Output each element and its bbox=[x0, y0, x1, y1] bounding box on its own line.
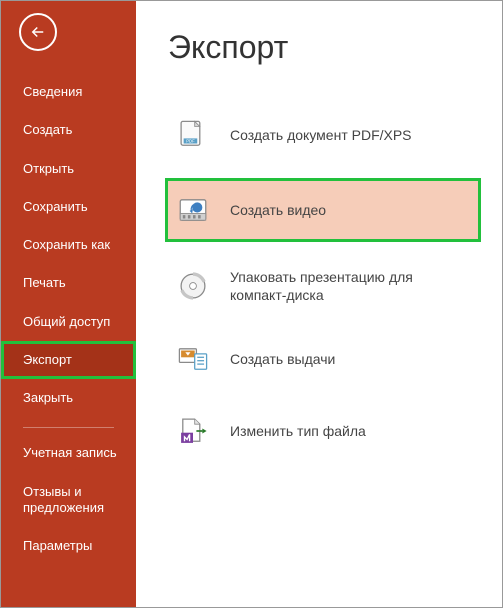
sidebar-item-export[interactable]: Экспорт bbox=[1, 341, 136, 379]
sidebar-item-label: Сведения bbox=[23, 84, 82, 99]
export-option-create-handouts[interactable]: Создать выдачи bbox=[168, 330, 478, 388]
sidebar-item-print[interactable]: Печать bbox=[1, 264, 136, 302]
back-button[interactable] bbox=[19, 13, 57, 51]
sidebar-item-label: Печать bbox=[23, 275, 66, 290]
sidebar-item-label: Сохранить как bbox=[23, 237, 110, 252]
sidebar-item-label: Сохранить bbox=[23, 199, 88, 214]
handouts-icon bbox=[176, 342, 210, 376]
export-option-label: Упаковать презентацию для компакт-диска bbox=[230, 268, 468, 304]
separator bbox=[23, 427, 114, 428]
sidebar-item-save[interactable]: Сохранить bbox=[1, 188, 136, 226]
sidebar-item-share[interactable]: Общий доступ bbox=[1, 303, 136, 341]
sidebar-item-account[interactable]: Учетная запись bbox=[1, 434, 136, 472]
sidebar-item-label: Закрыть bbox=[23, 390, 73, 405]
page-title: Экспорт bbox=[168, 29, 478, 66]
export-option-package-cd[interactable]: Упаковать презентацию для компакт-диска bbox=[168, 256, 478, 316]
export-option-label: Создать документ PDF/XPS bbox=[230, 126, 468, 144]
sidebar-item-options[interactable]: Параметры bbox=[1, 527, 136, 565]
export-option-label: Изменить тип файла bbox=[230, 422, 468, 440]
main-panel: Экспорт PDF Создать документ PDF/XPS Соз… bbox=[136, 1, 502, 607]
export-option-change-file-type[interactable]: Изменить тип файла bbox=[168, 402, 478, 460]
sidebar-item-label: Общий доступ bbox=[23, 314, 110, 329]
sidebar-item-feedback[interactable]: Отзывы и предложения bbox=[1, 473, 136, 528]
pdf-xps-icon: PDF bbox=[176, 118, 210, 152]
export-option-pdf-xps[interactable]: PDF Создать документ PDF/XPS bbox=[168, 106, 478, 164]
video-icon bbox=[176, 193, 210, 227]
sidebar-item-label: Параметры bbox=[23, 538, 92, 553]
sidebar-item-label: Отзывы и предложения bbox=[23, 484, 104, 515]
cd-icon bbox=[176, 269, 210, 303]
change-file-type-icon bbox=[176, 414, 210, 448]
sidebar-item-save-as[interactable]: Сохранить как bbox=[1, 226, 136, 264]
sidebar-item-open[interactable]: Открыть bbox=[1, 150, 136, 188]
sidebar-item-new[interactable]: Создать bbox=[1, 111, 136, 149]
sidebar-item-label: Создать bbox=[23, 122, 72, 137]
sidebar: Сведения Создать Открыть Сохранить Сохра… bbox=[1, 1, 136, 607]
sidebar-item-label: Открыть bbox=[23, 161, 74, 176]
sidebar-item-info[interactable]: Сведения bbox=[1, 73, 136, 111]
sidebar-item-close[interactable]: Закрыть bbox=[1, 379, 136, 417]
sidebar-item-label: Экспорт bbox=[23, 352, 72, 367]
export-option-label: Создать выдачи bbox=[230, 350, 468, 368]
sidebar-item-label: Учетная запись bbox=[23, 445, 117, 460]
export-option-label: Создать видео bbox=[230, 201, 468, 219]
svg-text:PDF: PDF bbox=[186, 139, 195, 144]
export-option-create-video[interactable]: Создать видео bbox=[165, 178, 481, 242]
arrow-left-icon bbox=[29, 23, 47, 41]
